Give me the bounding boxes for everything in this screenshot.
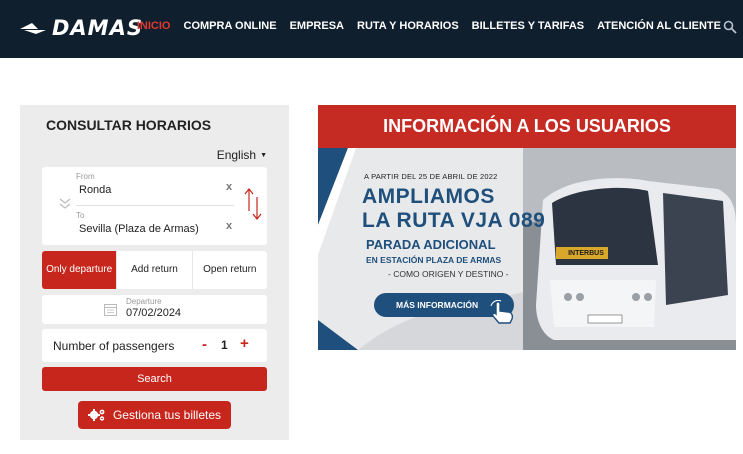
banner-sub-3: - COMO ORIGEN Y DESTINO - <box>388 269 509 279</box>
nav-billetes-tarifas[interactable]: BILLETES Y TARIFAS <box>472 20 584 32</box>
manage-tickets-button[interactable]: Gestiona tus billetes <box>78 401 231 429</box>
nav-empresa[interactable]: EMPRESA <box>290 20 344 32</box>
language-selector[interactable]: English ▼ <box>217 148 267 162</box>
nav-ruta-horarios[interactable]: RUTA Y HORARIOS <box>357 20 459 32</box>
more-info-label: MÁS INFORMACIÓN <box>396 300 479 310</box>
banner-headline-1: AMPLIAMOS <box>362 185 495 208</box>
departure-date-field[interactable]: Departure 07/02/2024 <box>42 295 267 324</box>
pointer-hand-icon <box>490 300 514 324</box>
bus-sign: INTERBUS <box>568 249 604 257</box>
search-button[interactable]: Search <box>42 367 267 391</box>
departure-label: Departure <box>126 297 162 306</box>
nav-atencion-cliente[interactable]: ATENCIÓN AL CLIENTE <box>597 20 721 32</box>
banner-title: INFORMACIÓN A LOS USUARIOS <box>383 116 671 136</box>
gears-icon <box>87 409 105 421</box>
tab-only-departure[interactable]: Only departure <box>42 251 117 289</box>
to-field[interactable]: Sevilla (Plaza de Armas) <box>79 223 199 235</box>
panel-title: CONSULTAR HORARIOS <box>46 117 212 133</box>
route-box: From Ronda x To Sevilla (Plaza de Armas)… <box>42 167 267 245</box>
banner-date-line: A PARTIR DEL 25 DE ABRIL DE 2022 <box>364 172 498 181</box>
passengers-decrease-button[interactable]: - <box>202 336 207 353</box>
language-label: English <box>216 148 257 162</box>
clear-from-button[interactable]: x <box>226 181 232 193</box>
from-label: From <box>76 172 95 181</box>
route-divider <box>76 205 234 206</box>
tab-open-return[interactable]: Open return <box>191 251 267 289</box>
manage-tickets-label: Gestiona tus billetes <box>112 408 222 422</box>
nav-inicio[interactable]: INICIO <box>137 20 171 32</box>
to-label: To <box>76 211 85 220</box>
trip-type-tabs: Only departure Add return Open return <box>42 251 267 289</box>
schedule-search-panel: CONSULTAR HORARIOS English ▼ From Ronda … <box>20 105 289 440</box>
swap-direction-icon[interactable] <box>244 187 262 221</box>
search-icon[interactable] <box>723 20 737 34</box>
banner-sub-2: EN ESTACIÓN PLAZA DE ARMAS <box>366 255 502 265</box>
main-nav: INICIO COMPRA ONLINE EMPRESA RUTA Y HORA… <box>124 19 737 34</box>
passengers-stepper: Number of passengers - 1 + <box>42 329 267 362</box>
passengers-increase-button[interactable]: + <box>240 335 249 352</box>
passengers-count: 1 <box>221 338 228 352</box>
caret-down-icon: ▼ <box>260 151 267 159</box>
clear-to-button[interactable]: x <box>226 220 232 232</box>
from-field[interactable]: Ronda <box>79 184 111 196</box>
departure-value: 07/02/2024 <box>126 307 182 319</box>
banner-sub-1: PARADA ADICIONAL <box>366 237 496 252</box>
calendar-icon <box>104 304 117 316</box>
bus-logo-icon <box>20 23 46 34</box>
nav-compra-online[interactable]: COMPRA ONLINE <box>184 20 277 32</box>
chevron-down-icon <box>59 198 71 209</box>
top-navbar: DAMAS INICIO COMPRA ONLINE EMPRESA RUTA … <box>0 0 743 58</box>
tab-add-return[interactable]: Add return <box>116 251 191 289</box>
banner-headline-2: LA RUTA VJA 089 <box>362 209 546 232</box>
info-banner[interactable]: INFORMACIÓN A LOS USUARIOS A PARTIR DEL … <box>318 105 736 350</box>
passengers-label: Number of passengers <box>53 339 175 353</box>
